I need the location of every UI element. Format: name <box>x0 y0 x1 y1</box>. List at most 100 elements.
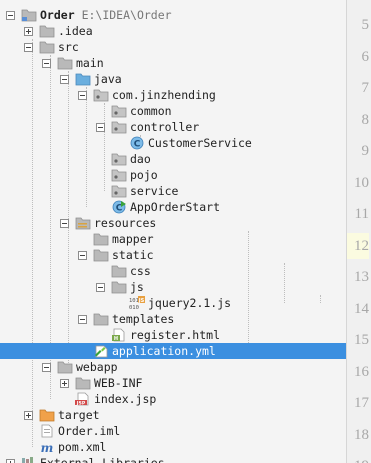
tree-node-common[interactable]: common <box>0 103 346 119</box>
collapse-icon[interactable] <box>78 91 87 100</box>
line-number: 6 <box>361 48 370 65</box>
collapse-icon[interactable] <box>42 363 51 372</box>
tree-node-src[interactable]: src <box>0 39 346 55</box>
tree-node-label: jquery2.1.js <box>148 295 231 311</box>
svg-text:JSP: JSP <box>76 400 86 406</box>
tree-node-name: index.jsp <box>94 392 157 406</box>
tree-node-main[interactable]: main <box>0 55 346 71</box>
tree-node-name: jquery2.1.js <box>148 296 232 310</box>
tree-node-name: com.jinzhending <box>112 88 216 102</box>
tree-node-label: common <box>130 103 172 119</box>
tree-node-order-iml[interactable]: Order.iml <box>0 423 346 439</box>
folder-icon <box>111 264 127 278</box>
collapse-icon[interactable] <box>78 251 87 260</box>
tree-node-apporderstart[interactable]: C AppOrderStart <box>0 199 346 215</box>
folder-icon <box>93 312 109 326</box>
expand-icon[interactable] <box>6 459 15 463</box>
collapse-icon[interactable] <box>96 123 105 132</box>
tree-node-target[interactable]: target <box>0 407 346 423</box>
tree-node-resources[interactable]: resources <box>0 215 346 231</box>
package-icon <box>111 184 127 198</box>
svg-text:010: 010 <box>129 305 139 310</box>
tree-node-name: css <box>130 264 151 278</box>
tree-node-name: AppOrderStart <box>130 200 221 214</box>
tree-node-java[interactable]: java <box>0 71 346 87</box>
tree-node-index-jsp[interactable]: JSP index.jsp <box>0 391 346 407</box>
tree-node-mapper[interactable]: mapper <box>0 231 346 247</box>
java-class-icon: C <box>129 136 145 150</box>
tree-node-service[interactable]: service <box>0 183 346 199</box>
js-file-icon: 101 010 JS <box>129 296 145 311</box>
yml-file-icon <box>93 344 109 358</box>
line-number: 15 <box>354 332 369 348</box>
package-icon <box>111 104 127 118</box>
tree-node-com-jinzhending[interactable]: com.jinzhending <box>0 87 346 103</box>
tree-node-label: Order.iml <box>58 423 120 439</box>
libraries-icon <box>21 456 37 463</box>
line-number: 5 <box>361 17 370 33</box>
tree-node-static[interactable]: static <box>0 247 346 263</box>
tree-node-web-inf[interactable]: WEB-INF <box>0 375 346 391</box>
collapse-icon[interactable] <box>24 43 33 52</box>
tree-node-pojo[interactable]: pojo <box>0 167 346 183</box>
tree-node-name: java <box>94 72 122 86</box>
tree-node-name: dao <box>130 152 151 166</box>
tree-node-name: main <box>76 56 104 70</box>
project-folder-icon <box>21 8 37 22</box>
project-path: E:\IDEA\Order <box>81 8 172 22</box>
tree-node-label: css <box>130 263 151 279</box>
tree-node-name: static <box>112 248 154 262</box>
tree-node-customerservice[interactable]: C CustomerService <box>0 135 346 151</box>
tree-node-jquery2-1-js[interactable]: 101 010 JS jquery2.1.js <box>0 295 346 311</box>
tree-node-order[interactable]: Order E:\IDEA\Order <box>0 7 346 23</box>
expand-icon[interactable] <box>24 27 33 36</box>
svg-text:101: 101 <box>129 298 139 304</box>
html-file-icon: H <box>111 328 127 342</box>
collapse-icon[interactable] <box>60 75 69 84</box>
expand-icon[interactable] <box>24 411 33 420</box>
tree-node-name: register.html <box>130 328 221 342</box>
tree-node-name: application.yml <box>112 344 216 358</box>
tree-node-templates[interactable]: templates <box>0 311 346 327</box>
tree-node-controller[interactable]: controller <box>0 119 346 135</box>
tree-node-name: target <box>58 408 100 422</box>
tree-node-pom-xml[interactable]: m pom.xml <box>0 439 346 455</box>
collapse-icon[interactable] <box>96 283 105 292</box>
tree-node-name: Order <box>40 8 75 22</box>
tree-node-name: External Libraries <box>40 456 165 463</box>
line-number: 16 <box>354 363 369 380</box>
folder-icon <box>39 24 55 38</box>
tree-node-label: register.html <box>130 327 220 343</box>
tree-node-name: src <box>58 40 79 54</box>
tree-node-label: WEB-INF <box>94 375 142 391</box>
collapse-icon[interactable] <box>60 219 69 228</box>
tree-node-application-yml[interactable]: application.yml <box>0 343 346 359</box>
jsp-file-icon: JSP <box>75 392 91 406</box>
tree-node-label: src <box>58 39 79 55</box>
svg-text:JS: JS <box>138 298 145 304</box>
tree-node-label: pom.xml <box>58 439 106 455</box>
tree-node-idea[interactable]: .idea <box>0 23 346 39</box>
tree-node-name: mapper <box>112 232 154 246</box>
tree-node-webapp[interactable]: webapp <box>0 359 346 375</box>
tree-node-name: .idea <box>58 24 93 38</box>
tree-node-label: static <box>112 247 154 263</box>
tree-node-label: CustomerService <box>148 135 252 151</box>
tree-node-label: service <box>130 183 178 199</box>
tree-node-label: AppOrderStart <box>130 199 220 215</box>
line-number: 18 <box>354 426 369 443</box>
line-number: 14 <box>354 300 369 317</box>
tree-node-dao[interactable]: dao <box>0 151 346 167</box>
expand-icon[interactable] <box>60 379 69 388</box>
source-folder-icon <box>75 72 91 86</box>
tree-node-label: java <box>94 71 122 87</box>
tree-node-css[interactable]: css <box>0 263 346 279</box>
tree-node-register-html[interactable]: Hregister.html <box>0 327 346 343</box>
collapse-icon[interactable] <box>6 11 15 20</box>
collapse-icon[interactable] <box>42 59 51 68</box>
tree-node-external-libraries[interactable]: External Libraries <box>0 455 346 463</box>
folder-icon <box>75 376 91 390</box>
tree-node-js[interactable]: js <box>0 279 346 295</box>
collapse-icon[interactable] <box>78 315 87 324</box>
tree-node-name: CustomerService <box>148 136 252 150</box>
